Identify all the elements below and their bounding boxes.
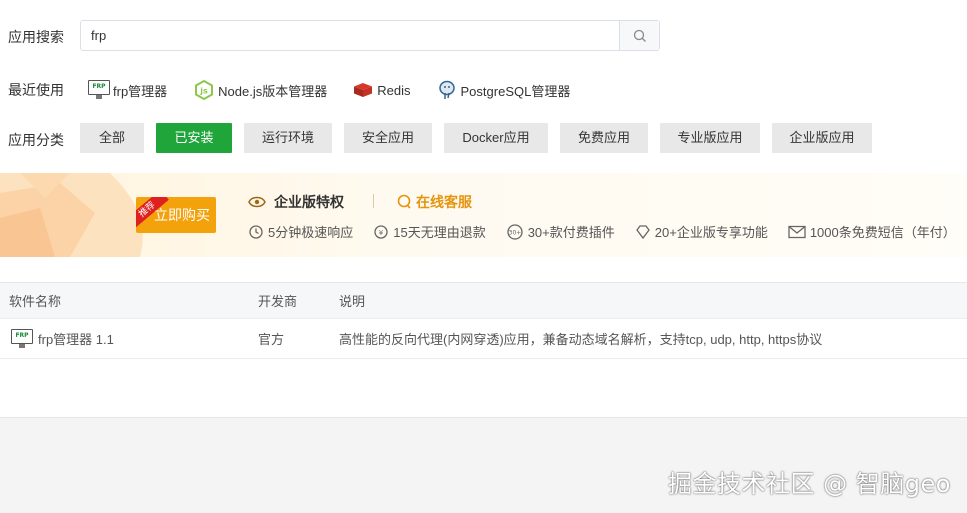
clock-icon [249,224,263,239]
nodejs-icon: js [195,80,214,100]
category-free[interactable]: 免费应用 [560,123,648,153]
enterprise-title: 企业版特权 [248,192,344,212]
chat-icon [397,194,411,209]
watermark: 掘金技术社区 @ 智脑geo [668,470,951,498]
header-vendor: 开发商 [258,294,298,309]
frp-icon: FRP [88,80,110,100]
feature-item: ¥ 15天无理由退款 [373,222,486,241]
category-label: 应用分类 [8,132,64,148]
row-vendor: 官方 [258,332,285,347]
banner-divider [373,194,374,208]
feature-label: 1000条免费短信（年付） [809,225,956,240]
feature-label: 5分钟极速响应 [268,225,354,240]
redis-icon [354,83,373,97]
category-list: 全部 已安装 运行环境 安全应用 Docker应用 免费应用 专业版应用 企业版… [80,123,884,153]
diamond-icon [635,224,650,239]
recent-label: 最近使用 [8,82,64,98]
recent-item-label: Redis [377,82,411,98]
online-service-label: 在线客服 [416,194,472,210]
svg-text:30+: 30+ [508,229,521,236]
svg-text:¥: ¥ [379,229,384,237]
buy-now-label: 立即购买 [154,207,210,223]
feature-label: 15天无理由退款 [393,225,486,240]
category-installed[interactable]: 已安装 [156,123,232,153]
feature-item: 20+企业版专享功能 [635,222,768,241]
recent-item-label: PostgreSQL管理器 [460,83,571,99]
search-button[interactable] [619,21,659,50]
search-input[interactable] [81,21,619,50]
feature-item: 1000条免费短信（年付） [788,222,956,241]
search-box [80,20,660,51]
row-name: frp管理器 1.1 [38,332,114,347]
search-label: 应用搜索 [8,29,64,45]
recent-item-postgresql[interactable]: PostgreSQL管理器 [437,78,571,102]
feature-label: 30+款付费插件 [527,225,615,240]
banner-decoration [0,173,143,257]
category-docker[interactable]: Docker应用 [444,123,548,153]
recent-list: FRP frp管理器 js Node.js版本管理器 Redis Postgre… [88,78,596,102]
buy-now-button[interactable]: 推荐 立即购买 [136,197,216,233]
recent-item-frp[interactable]: FRP frp管理器 [88,78,167,102]
feature-list: 5分钟极速响应 ¥ 15天无理由退款 30+ 30+款付费插件 20+企业版专享… [248,222,967,241]
header-description: 说明 [339,294,366,309]
table-row[interactable]: FRP frp管理器 1.1 官方 高性能的反向代理(内网穿透)应用，兼备动态域… [0,319,967,359]
recent-item-label: frp管理器 [113,83,168,99]
enterprise-title-text: 企业版特权 [274,194,344,210]
online-service-link[interactable]: 在线客服 [396,192,472,212]
row-description: 高性能的反向代理(内网穿透)应用，兼备动态域名解析，支持tcp, udp, ht… [339,332,823,347]
recent-item-nodejs[interactable]: js Node.js版本管理器 [195,78,327,102]
svg-text:js: js [199,87,208,96]
recent-item-label: Node.js版本管理器 [218,83,328,99]
plugin-icon: 30+ [507,223,523,240]
refund-icon: ¥ [374,224,388,239]
category-pro[interactable]: 专业版应用 [660,123,760,153]
enterprise-banner: 推荐 立即购买 企业版特权 在线客服 5分钟极速响应 ¥ 15天无理由退款 30… [0,173,967,257]
postgresql-icon [438,80,455,99]
category-security[interactable]: 安全应用 [344,123,432,153]
category-runtime[interactable]: 运行环境 [244,123,332,153]
search-icon [633,29,646,42]
row-name-cell: FRP frp管理器 1.1 [11,328,114,349]
mail-icon [788,225,806,238]
table-header: 软件名称 开发商 说明 [0,283,967,319]
feature-label: 20+企业版专享功能 [654,225,768,240]
recent-item-redis[interactable]: Redis [353,78,411,102]
header-name: 软件名称 [9,294,62,309]
installed-apps-table: 软件名称 开发商 说明 FRP frp管理器 1.1 官方 高性能的反向代理(内… [0,282,967,418]
feature-item: 30+ 30+款付费插件 [506,222,615,241]
feature-item: 5分钟极速响应 [248,222,353,241]
category-enterprise[interactable]: 企业版应用 [772,123,872,153]
frp-icon: FRP [11,328,33,349]
category-all[interactable]: 全部 [80,123,144,153]
diamond-eye-icon [248,196,266,208]
